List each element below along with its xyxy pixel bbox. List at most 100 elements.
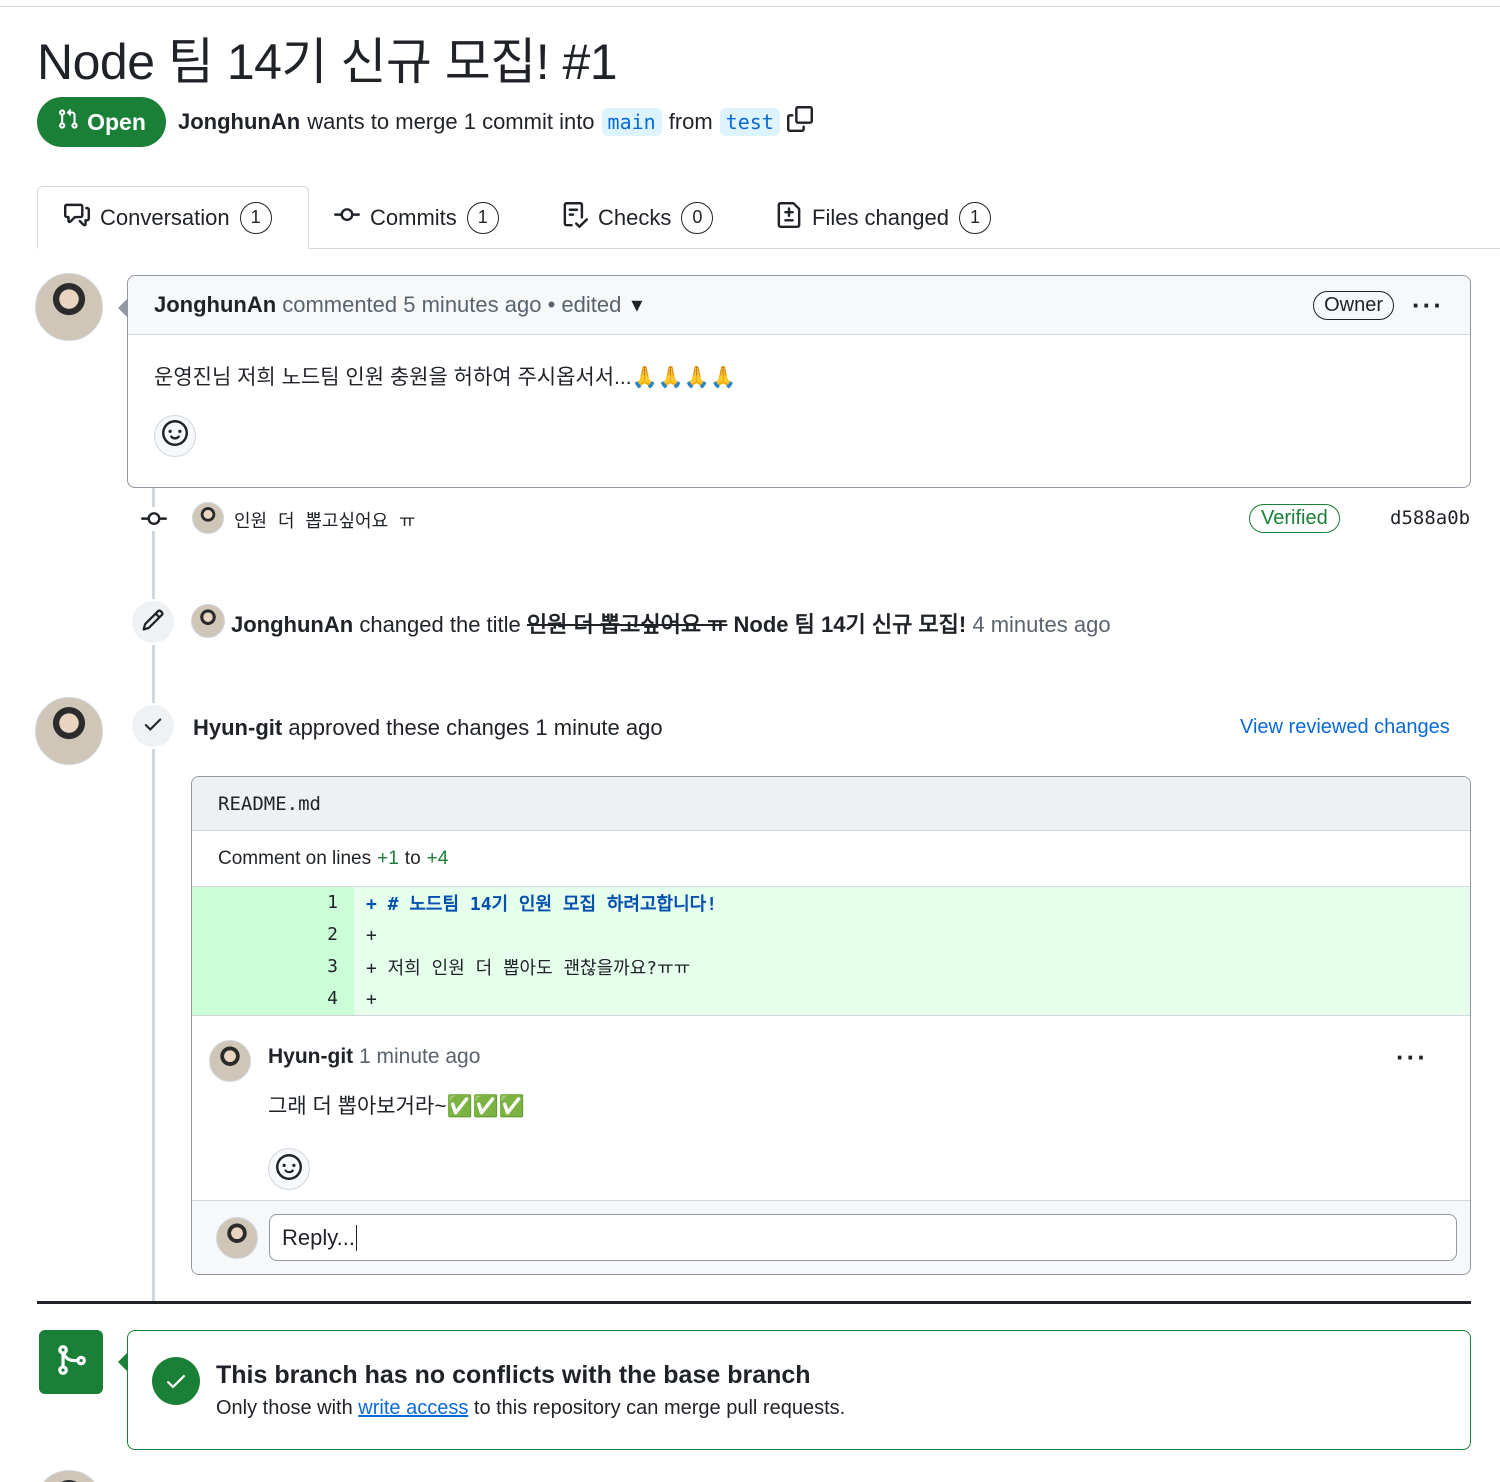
review-event: Hyun-git approved these changes 1 minute… — [193, 715, 663, 741]
range-prefix: Comment on lines — [218, 847, 372, 869]
review-thread: README.md Comment on lines +1 to +4 1 + #… — [191, 776, 1471, 1275]
tab-conversation-label: Conversation — [100, 204, 230, 230]
merge-status-badge — [39, 1330, 103, 1394]
line-number: 4 — [192, 983, 354, 1015]
comment-box: JonghunAn commented 5 minutes ago • edit… — [127, 275, 1471, 488]
write-access-link[interactable]: write access — [358, 1397, 468, 1419]
avatar[interactable] — [35, 697, 103, 765]
tab-commits[interactable]: Commits 1 — [334, 186, 499, 249]
tab-files-changed[interactable]: Files changed 1 — [776, 186, 991, 249]
review-author[interactable]: Hyun-git — [193, 715, 282, 740]
range-end: +4 — [426, 847, 449, 869]
diff-lines: 1 + # 노드팀 14기 인원 모집 하려고합니다! 2 + 3 + 저희 인원 더… — [192, 887, 1470, 1016]
commit-sha-link[interactable]: d588a0b — [1390, 507, 1470, 529]
comment-range: Comment on lines +1 to +4 — [192, 831, 1470, 887]
view-reviewed-changes-link[interactable]: View reviewed changes — [1240, 716, 1450, 739]
add-reaction-button[interactable] — [154, 415, 196, 457]
tab-checks[interactable]: Checks 0 — [562, 186, 714, 249]
check-circle-icon — [152, 1357, 200, 1405]
git-merge-icon — [54, 1343, 88, 1382]
line-code: + — [366, 988, 377, 1010]
tab-checks-count: 0 — [681, 201, 714, 234]
git-commit-icon — [140, 507, 168, 531]
pencil-icon — [141, 608, 165, 637]
timeline-badge — [130, 599, 176, 645]
tab-conversation[interactable]: Conversation 1 — [37, 186, 309, 249]
tab-commits-label: Commits — [370, 204, 457, 230]
diff-line: 3 + 저희 인원 더 뽑아도 괜찮을까요?ㅠㅠ — [192, 951, 1470, 983]
tab-commits-count: 1 — [466, 201, 499, 234]
line-number: 3 — [192, 951, 354, 983]
comment-header: JonghunAn commented 5 minutes ago • edit… — [128, 276, 1470, 335]
event-time[interactable]: 4 minutes ago — [972, 612, 1110, 637]
review-comment: Hyun-git 1 minute ago ··· 그래 더 뽑아보거라~✅✅✅ — [192, 1016, 1470, 1201]
pr-tabs: Conversation 1 Commits 1 Checks 0 Files … — [0, 186, 1500, 249]
add-reaction-button[interactable] — [268, 1148, 310, 1190]
smiley-icon — [162, 420, 188, 452]
new-title: Node 팀 14기 신규 모집! — [733, 612, 967, 637]
reply-bar: Reply... — [192, 1201, 1470, 1274]
pr-state-badge: Open — [37, 97, 166, 147]
line-code: + 저희 인원 더 뽑아도 괜찮을까요?ㅠㅠ — [366, 958, 691, 979]
line-number: 1 — [192, 887, 354, 919]
reply-author[interactable]: Hyun-git — [268, 1045, 353, 1068]
title-change-event: JonghunAn changed the title 인원 더 뽑고싶어요 ㅠ… — [231, 607, 1111, 639]
avatar[interactable] — [35, 273, 103, 341]
from-text: from — [668, 109, 713, 134]
timeline-badge — [130, 703, 176, 749]
avatar[interactable] — [192, 502, 224, 534]
range-start: +1 — [377, 847, 399, 869]
copy-icon[interactable] — [786, 106, 813, 138]
range-to: to — [404, 847, 421, 869]
check-icon — [142, 713, 164, 740]
comment-discussion-icon — [64, 202, 90, 234]
reply-placeholder: Reply... — [282, 1224, 355, 1250]
file-name-link[interactable]: README.md — [218, 793, 321, 815]
merge-box: This branch has no conflicts with the ba… — [127, 1330, 1471, 1450]
pr-state-label: Open — [87, 108, 146, 135]
git-commit-icon — [334, 202, 360, 234]
tab-checks-label: Checks — [598, 204, 672, 230]
tab-conversation-count: 1 — [239, 201, 272, 234]
comment-author[interactable]: JonghunAn — [154, 292, 276, 318]
base-branch[interactable]: main — [601, 108, 662, 136]
text-cursor — [355, 1224, 357, 1251]
diff-line: 2 + — [192, 919, 1470, 951]
chevron-down-icon[interactable]: ▾ — [631, 292, 642, 318]
old-title: 인원 더 뽑고싶어요 ㅠ — [526, 612, 728, 637]
avatar[interactable] — [191, 604, 225, 638]
file-header: README.md — [192, 777, 1470, 831]
avatar — [216, 1217, 258, 1259]
reply-time[interactable]: 1 minute ago — [359, 1045, 480, 1068]
head-branch[interactable]: test — [719, 108, 780, 136]
merge-body: Only those with write access to this rep… — [216, 1397, 845, 1420]
event-author[interactable]: JonghunAn — [231, 612, 353, 637]
avatar[interactable] — [209, 1040, 251, 1082]
top-divider — [0, 6, 1500, 7]
pr-meta: JonghunAn wants to merge 1 commit into m… — [178, 106, 813, 138]
merge-body-post: to this repository can merge pull reques… — [473, 1397, 846, 1419]
line-number: 2 — [192, 919, 354, 951]
kebab-menu-icon[interactable]: ··· — [1412, 290, 1444, 321]
merge-body-pre: Only those with — [216, 1397, 353, 1419]
page-title: Node 팀 14기 신규 모집! #1 — [37, 34, 618, 90]
avatar — [35, 1470, 103, 1482]
comment-meta: commented 5 minutes ago • edited — [282, 292, 622, 317]
pr-author-link[interactable]: JonghunAn — [178, 109, 300, 135]
line-code: + — [366, 924, 377, 946]
reply-input[interactable]: Reply... — [269, 1214, 1457, 1261]
tab-files-changed-label: Files changed — [812, 204, 949, 230]
merge-title: This branch has no conflicts with the ba… — [216, 1361, 811, 1389]
file-diff-icon — [776, 201, 802, 234]
line-code: + # 노드팀 14기 인원 모집 하려고합니다! — [366, 894, 718, 915]
smiley-icon — [276, 1153, 302, 1185]
event-text: changed the title — [359, 612, 521, 637]
review-text: approved these changes 1 minute ago — [288, 715, 663, 740]
merge-text: wants to merge 1 commit into — [307, 109, 595, 134]
owner-badge: Owner — [1313, 290, 1395, 320]
git-pull-request-icon — [57, 108, 79, 136]
checklist-icon — [562, 201, 589, 234]
verified-badge[interactable]: Verified — [1249, 504, 1340, 533]
commit-message-link[interactable]: 인원 더 뽑고싶어요 ㅠ — [234, 507, 416, 533]
kebab-menu-icon[interactable]: ··· — [1396, 1042, 1428, 1073]
